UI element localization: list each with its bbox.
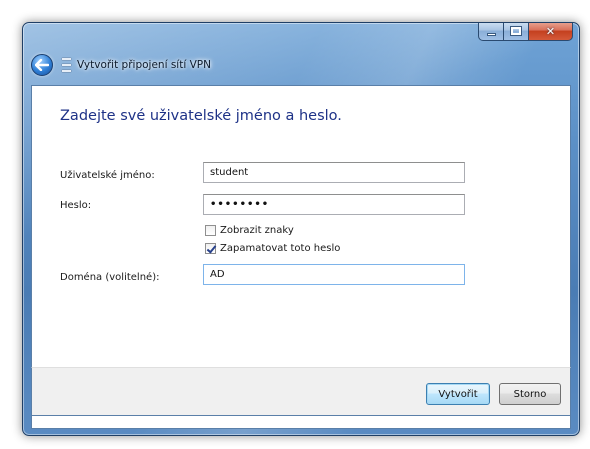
password-label: Heslo: xyxy=(60,200,92,211)
title-bar: Vytvořit připojení sítí VPN xyxy=(31,53,211,77)
username-label: Uživatelské jméno: xyxy=(60,170,155,181)
close-icon: ✕ xyxy=(545,24,556,38)
button-bar: Vytvořit Storno xyxy=(31,367,571,416)
network-icon xyxy=(62,58,71,72)
back-arrow-icon xyxy=(35,59,49,71)
maximize-button[interactable] xyxy=(504,23,529,41)
create-button[interactable]: Vytvořit xyxy=(426,383,490,405)
username-field[interactable]: student xyxy=(203,162,465,183)
password-field[interactable]: •••••••• xyxy=(203,194,465,215)
remember-password-label: Zapamatovat toto heslo xyxy=(220,243,341,254)
show-chars-checkbox[interactable] xyxy=(205,225,216,236)
page-heading: Zadejte své uživatelské jméno a heslo. xyxy=(60,108,342,124)
domain-field[interactable]: AD xyxy=(203,264,465,285)
remember-password-checkbox[interactable] xyxy=(205,243,216,254)
maximize-icon xyxy=(510,26,522,36)
window-title: Vytvořit připojení sítí VPN xyxy=(77,59,211,71)
minimize-icon xyxy=(486,32,496,36)
remember-password-checkbox-row[interactable]: Zapamatovat toto heslo xyxy=(205,243,340,254)
minimize-button[interactable] xyxy=(478,23,504,41)
cancel-button[interactable]: Storno xyxy=(499,383,561,405)
show-chars-label: Zobrazit znaky xyxy=(220,225,294,236)
close-button[interactable]: ✕ xyxy=(529,23,573,41)
domain-label: Doména (volitelné): xyxy=(60,272,160,283)
back-button[interactable] xyxy=(31,54,53,76)
wizard-window: ✕ Vytvořit připojení sítí VPN Zadejte sv… xyxy=(22,22,580,436)
show-chars-checkbox-row[interactable]: Zobrazit znaky xyxy=(205,225,294,236)
caption-buttons: ✕ xyxy=(478,23,573,42)
